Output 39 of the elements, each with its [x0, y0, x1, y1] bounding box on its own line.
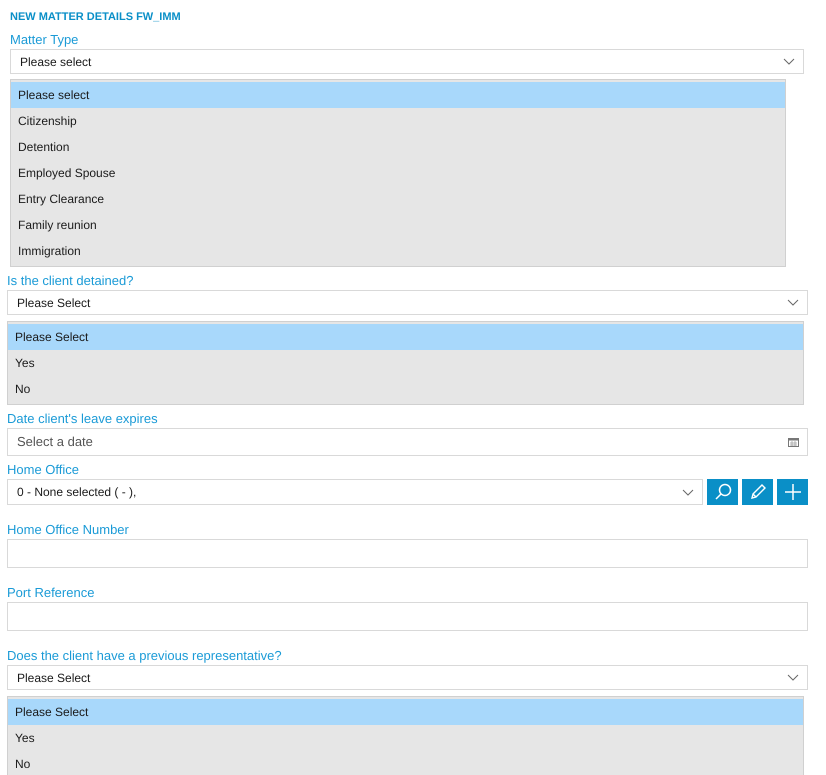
dropdown-field[interactable]: Please select [10, 49, 804, 74]
field-label: Date client's leave expires [7, 411, 159, 427]
field-label: Home Office Number [7, 522, 130, 538]
field-label: Is the client detained? [7, 273, 134, 289]
chevron-down-icon [787, 674, 799, 681]
dropdown-field[interactable]: Please Select [7, 665, 808, 690]
dropdown-field[interactable]: 0 - None selected ( - ), [7, 479, 703, 505]
edit-button[interactable] [742, 479, 773, 505]
dropdown-option[interactable]: Citizenship [11, 108, 785, 134]
chevron-down-icon [783, 58, 795, 65]
chevron-down-icon [787, 299, 799, 306]
dropdown-option[interactable]: Please Select [8, 324, 803, 350]
date-field[interactable]: Select a date [7, 428, 808, 456]
dropdown-option[interactable]: Employed Spouse [11, 160, 785, 186]
dropdown-option[interactable]: Yes [8, 350, 803, 376]
text-field[interactable] [7, 539, 808, 568]
dropdown-option[interactable]: Please select [11, 82, 785, 108]
dropdown-option[interactable]: No [8, 751, 803, 775]
dropdown-option[interactable]: No [8, 376, 803, 402]
chevron-down-icon [682, 488, 694, 496]
field-label: Port Reference [7, 585, 96, 601]
text-field[interactable] [7, 602, 808, 631]
field-label: Home Office [7, 462, 80, 478]
dropdown-option[interactable]: Yes [8, 725, 803, 751]
dropdown-option[interactable]: Entry Clearance [11, 186, 785, 212]
dropdown-option[interactable]: Family reunion [11, 212, 785, 238]
plus-icon [784, 483, 802, 501]
dropdown-option[interactable]: Please Select [8, 699, 803, 725]
calendar-icon [788, 437, 799, 447]
pencil-icon [748, 483, 766, 501]
dropdown-option[interactable]: Immigration [11, 238, 785, 264]
field-label: Does the client have a previous representative? [7, 648, 283, 664]
add-button[interactable] [777, 479, 808, 505]
dropdown-field[interactable]: Please Select [7, 290, 808, 315]
field-label: Matter Type [10, 32, 80, 48]
search-icon [714, 483, 732, 501]
form-title: NEW MATTER DETAILS FW_IMM [10, 10, 182, 25]
search-button[interactable] [707, 479, 738, 505]
dropdown-option[interactable]: Detention [11, 134, 785, 160]
